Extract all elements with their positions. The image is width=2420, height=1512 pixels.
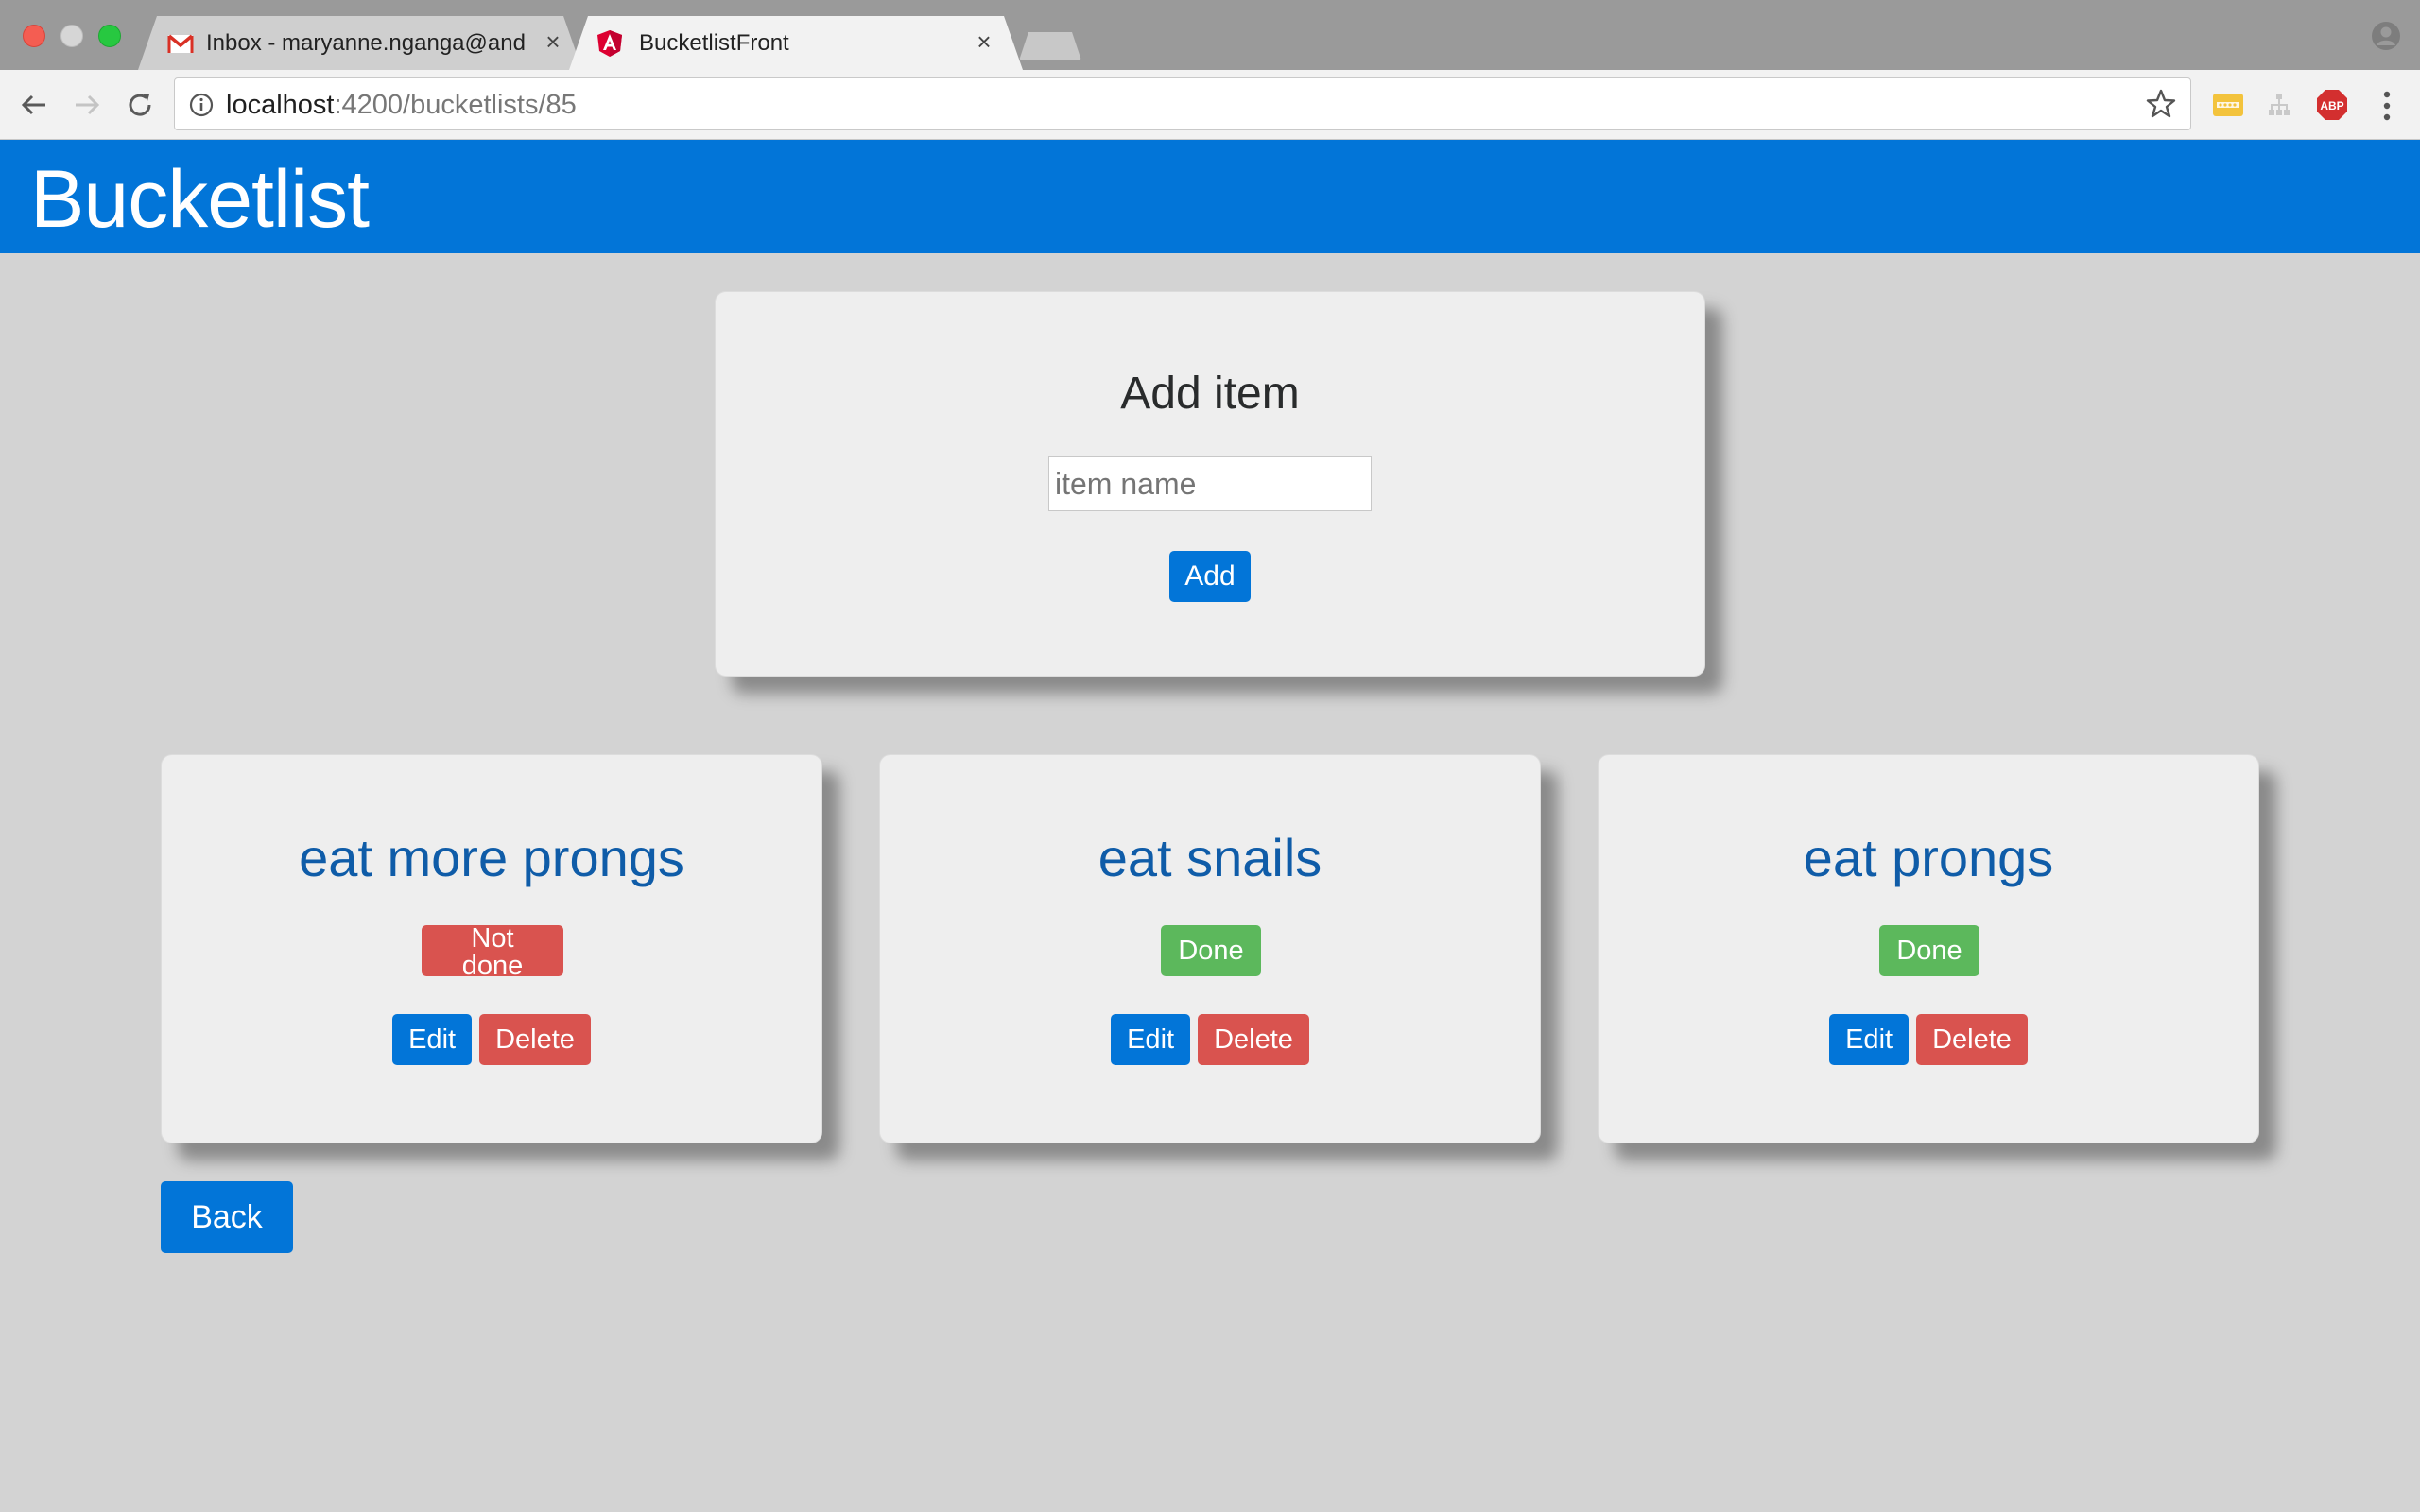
info-icon[interactable] (188, 92, 215, 118)
reload-icon (129, 94, 151, 116)
item-actions: Edit Delete (880, 1014, 1540, 1065)
adblock-label: ABP (2320, 99, 2343, 112)
reload-button[interactable] (121, 86, 159, 124)
item-actions: Edit Delete (1599, 1014, 2258, 1065)
item-actions: Edit Delete (162, 1014, 821, 1065)
app-header: Bucketlist (0, 140, 2420, 253)
password-manager-icon[interactable] (2212, 89, 2244, 121)
delete-button[interactable]: Delete (479, 1014, 591, 1065)
angular-icon (597, 30, 622, 57)
browser-toolbar: localhost:4200/bucketlists/85 ABP (0, 70, 2420, 140)
forward-nav-button[interactable] (68, 86, 106, 124)
arrow-left-icon (21, 94, 45, 115)
add-item-button[interactable]: Add (1169, 551, 1251, 602)
status-done-button[interactable]: Done (1879, 925, 1979, 976)
url-path: :4200/bucketlists/85 (334, 90, 577, 120)
bucketlist-item-card: eat snails Done Edit Delete (879, 754, 1541, 1143)
delete-button[interactable]: Delete (1916, 1014, 2028, 1065)
edit-button[interactable]: Edit (1111, 1014, 1191, 1065)
item-title: eat snails (1098, 828, 1322, 887)
minimize-window-button[interactable] (60, 25, 83, 47)
add-item-heading: Add item (1120, 369, 1300, 419)
edit-button[interactable]: Edit (392, 1014, 473, 1065)
arrow-right-icon (76, 94, 100, 115)
item-name-input[interactable] (1048, 456, 1372, 511)
tab-bucketlistfront[interactable]: BucketlistFront × (569, 16, 1023, 70)
tab-label: BucketlistFront (639, 30, 789, 56)
status-not-done-button[interactable]: Not done (422, 925, 563, 980)
app-title[interactable]: Bucketlist (30, 153, 370, 247)
adblock-icon[interactable]: ABP (2316, 89, 2348, 121)
tab-close-button[interactable]: × (970, 27, 998, 56)
back-button[interactable]: Back (161, 1181, 293, 1253)
profile-icon[interactable] (2371, 21, 2401, 51)
tab-label: Inbox - maryanne.nganga@and (206, 30, 526, 56)
edit-button[interactable]: Edit (1829, 1014, 1910, 1065)
tab-inbox[interactable]: Inbox - maryanne.nganga@and × (138, 16, 582, 70)
browser-menu-icon[interactable] (2373, 87, 2401, 125)
close-window-button[interactable] (23, 25, 45, 47)
bookmark-star-icon[interactable] (2145, 88, 2177, 120)
url-text[interactable]: localhost:4200/bucketlists/85 (226, 90, 577, 121)
browser-titlebar: Inbox - maryanne.nganga@and × Bucketlist… (0, 0, 2420, 70)
back-nav-button[interactable] (15, 86, 53, 124)
delete-button[interactable]: Delete (1198, 1014, 1309, 1065)
tab-close-button[interactable]: × (539, 27, 567, 56)
status-done-button[interactable]: Done (1161, 925, 1261, 976)
bucketlist-item-card: eat prongs Done Edit Delete (1598, 754, 2259, 1143)
tree-extension-icon[interactable] (2263, 89, 2295, 121)
item-title: eat prongs (1803, 828, 2054, 887)
bucketlist-item-card: eat more prongs Not done Edit Delete (161, 754, 822, 1143)
address-bar[interactable]: localhost:4200/bucketlists/85 (174, 77, 2191, 130)
new-tab-button[interactable] (1019, 32, 1081, 60)
maximize-window-button[interactable] (98, 25, 121, 47)
gmail-icon (167, 34, 194, 53)
url-host: localhost (226, 90, 335, 120)
item-title: eat more prongs (299, 828, 684, 887)
add-item-card: Add item Add (715, 291, 1705, 677)
